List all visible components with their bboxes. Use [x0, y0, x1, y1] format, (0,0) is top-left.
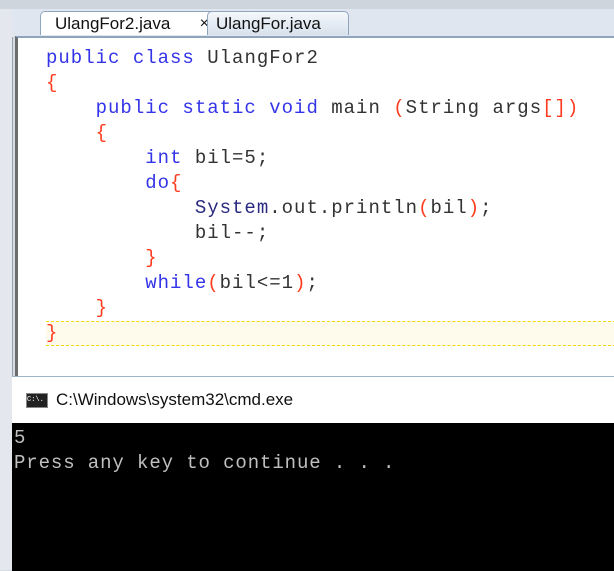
code-token: ;: [306, 272, 319, 294]
code-line: while(bil<=1);: [46, 271, 579, 296]
code-token: {: [170, 172, 183, 194]
code-token: ): [566, 97, 580, 119]
code-content: public class UlangFor2{ public static vo…: [46, 46, 614, 346]
code-line: public class UlangFor2: [46, 46, 579, 71]
code-token: []: [542, 97, 567, 119]
code-line: {: [46, 71, 579, 96]
code-token: while: [46, 272, 208, 294]
code-token: ;: [480, 197, 493, 219]
code-token: UlangFor2: [207, 47, 319, 69]
editor-tabs: UlangFor2.java × UlangFor.java: [12, 9, 614, 37]
code-token: ): [467, 197, 481, 219]
code-line: System.out.println(bil);: [46, 196, 579, 221]
code-token: bil: [430, 197, 468, 219]
code-line: bil--;: [46, 221, 579, 246]
console-line: 5: [14, 427, 27, 449]
code-token: .out.println: [269, 197, 419, 219]
code-token: }: [46, 247, 158, 269]
code-editor[interactable]: public class UlangFor2{ public static vo…: [15, 36, 614, 376]
code-line: {: [46, 121, 579, 146]
code-token: do: [46, 172, 171, 194]
code-token: (: [207, 272, 220, 294]
code-token: }: [46, 322, 59, 344]
code-line: }: [46, 246, 579, 271]
code-token: bil--;: [46, 222, 270, 244]
tab-ulangfor[interactable]: UlangFor.java: [207, 11, 349, 35]
code-token: int: [46, 147, 195, 169]
code-token: {: [46, 122, 109, 144]
console-output: 5 Press any key to continue . . .: [12, 423, 614, 571]
tab-label: UlangFor2.java: [55, 14, 171, 33]
code-token: (: [418, 197, 431, 219]
cmd-title-bar[interactable]: C:\. C:\Windows\system32\cmd.exe: [12, 376, 614, 423]
cmd-window: C:\. C:\Windows\system32\cmd.exe 5 Press…: [12, 376, 614, 571]
code-token: }: [46, 297, 109, 319]
code-token: bil<=1: [219, 272, 295, 294]
code-token: (: [393, 97, 406, 119]
code-token: public static void: [46, 97, 332, 119]
code-line: public static void main (String args[]): [46, 96, 579, 121]
code-token: ): [294, 272, 307, 294]
code-token: {: [46, 72, 59, 94]
code-line: do{: [46, 171, 579, 196]
console-line: Press any key to continue . . .: [14, 452, 396, 474]
code-line: int bil=5;: [46, 146, 579, 171]
code-token: String args: [405, 97, 543, 119]
code-line: }: [46, 296, 579, 321]
code-token: main: [331, 97, 394, 119]
code-token: public class: [46, 47, 208, 69]
tab-label: UlangFor.java: [216, 14, 321, 33]
code-token: bil=5;: [194, 147, 270, 169]
tab-ulangfor2[interactable]: UlangFor2.java ×: [40, 11, 218, 35]
cmd-title: C:\Windows\system32\cmd.exe: [56, 390, 294, 409]
code-line: }: [46, 321, 614, 346]
cmd-icon: C:\.: [26, 392, 48, 408]
code-token: System: [46, 197, 270, 219]
